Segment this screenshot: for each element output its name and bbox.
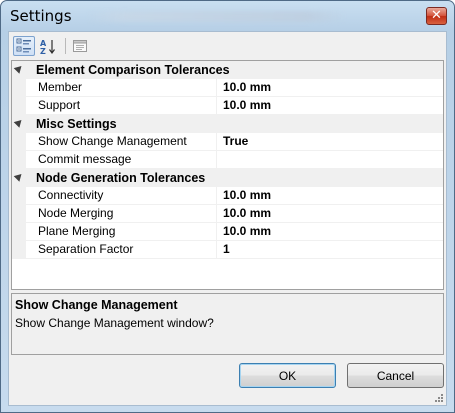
property-name: Connectivity [26,187,217,205]
categorized-icon [16,38,31,53]
property-value[interactable]: True [217,133,443,151]
category-row[interactable]: Misc Settings [12,115,443,133]
property-row-plane-merging[interactable]: Plane Merging 10.0 mm [12,223,443,241]
close-button[interactable]: ✕ [426,7,447,25]
title-bar[interactable]: Settings ✕ [1,1,454,31]
property-value[interactable]: 10.0 mm [217,97,443,115]
category-label: Misc Settings [36,117,117,131]
property-row-node-merging[interactable]: Node Merging 10.0 mm [12,205,443,223]
description-panel: Show Change Management Show Change Manag… [11,293,444,355]
ok-button[interactable]: OK [239,363,336,388]
category-row[interactable]: Node Generation Tolerances [12,169,443,187]
property-name: Show Change Management [26,133,217,151]
property-value[interactable]: 10.0 mm [217,187,443,205]
cancel-button[interactable]: Cancel [347,363,444,388]
property-value[interactable]: 10.0 mm [217,79,443,97]
property-pages-button[interactable] [69,36,91,56]
property-value[interactable]: 10.0 mm [217,223,443,241]
property-name: Node Merging [26,205,217,223]
settings-window: Settings ✕ A Z Element Comparison Tolera… [0,0,455,413]
property-row-commit-message[interactable]: Commit message [12,151,443,169]
category-label: Node Generation Tolerances [36,171,206,185]
category-label: Element Comparison Tolerances [36,63,230,77]
property-name: Support [26,97,217,115]
category-row[interactable]: Element Comparison Tolerances [12,61,443,79]
property-grid-toolbar: A Z [10,33,447,60]
property-pages-icon [73,40,87,52]
toolbar-separator [65,38,66,54]
svg-text:Z: Z [40,47,46,55]
sort-alphabetical-button[interactable]: A Z [37,36,59,56]
property-value[interactable]: 1 [217,241,443,259]
title-bar-blurred-path [86,11,346,22]
row-gutter [12,133,26,151]
property-name: Commit message [26,151,217,169]
description-text: Show Change Management window? [15,316,214,330]
row-gutter [12,151,26,169]
property-grid: Element Comparison Tolerances Member 10.… [11,60,444,290]
property-value[interactable] [217,151,443,169]
row-gutter [12,241,26,259]
window-title: Settings [10,7,72,25]
property-row-connectivity[interactable]: Connectivity 10.0 mm [12,187,443,205]
property-value[interactable]: 10.0 mm [217,205,443,223]
row-gutter [12,187,26,205]
description-title: Show Change Management [15,298,178,312]
dialog-client-area: A Z Element Comparison Tolerances Member… [8,31,447,406]
resize-grip-icon[interactable] [434,393,444,403]
property-name: Separation Factor [26,241,217,259]
categorized-button[interactable] [13,36,35,56]
property-name: Plane Merging [26,223,217,241]
property-row-separation-factor[interactable]: Separation Factor 1 [12,241,443,259]
property-row-member[interactable]: Member 10.0 mm [12,79,443,97]
row-gutter [12,97,26,115]
property-row-support[interactable]: Support 10.0 mm [12,97,443,115]
row-gutter [12,205,26,223]
sort-alphabetical-icon: A Z [40,39,55,55]
row-gutter [12,223,26,241]
property-row-show-change-management[interactable]: Show Change Management True [12,133,443,151]
row-gutter [12,79,26,97]
property-name: Member [26,79,217,97]
